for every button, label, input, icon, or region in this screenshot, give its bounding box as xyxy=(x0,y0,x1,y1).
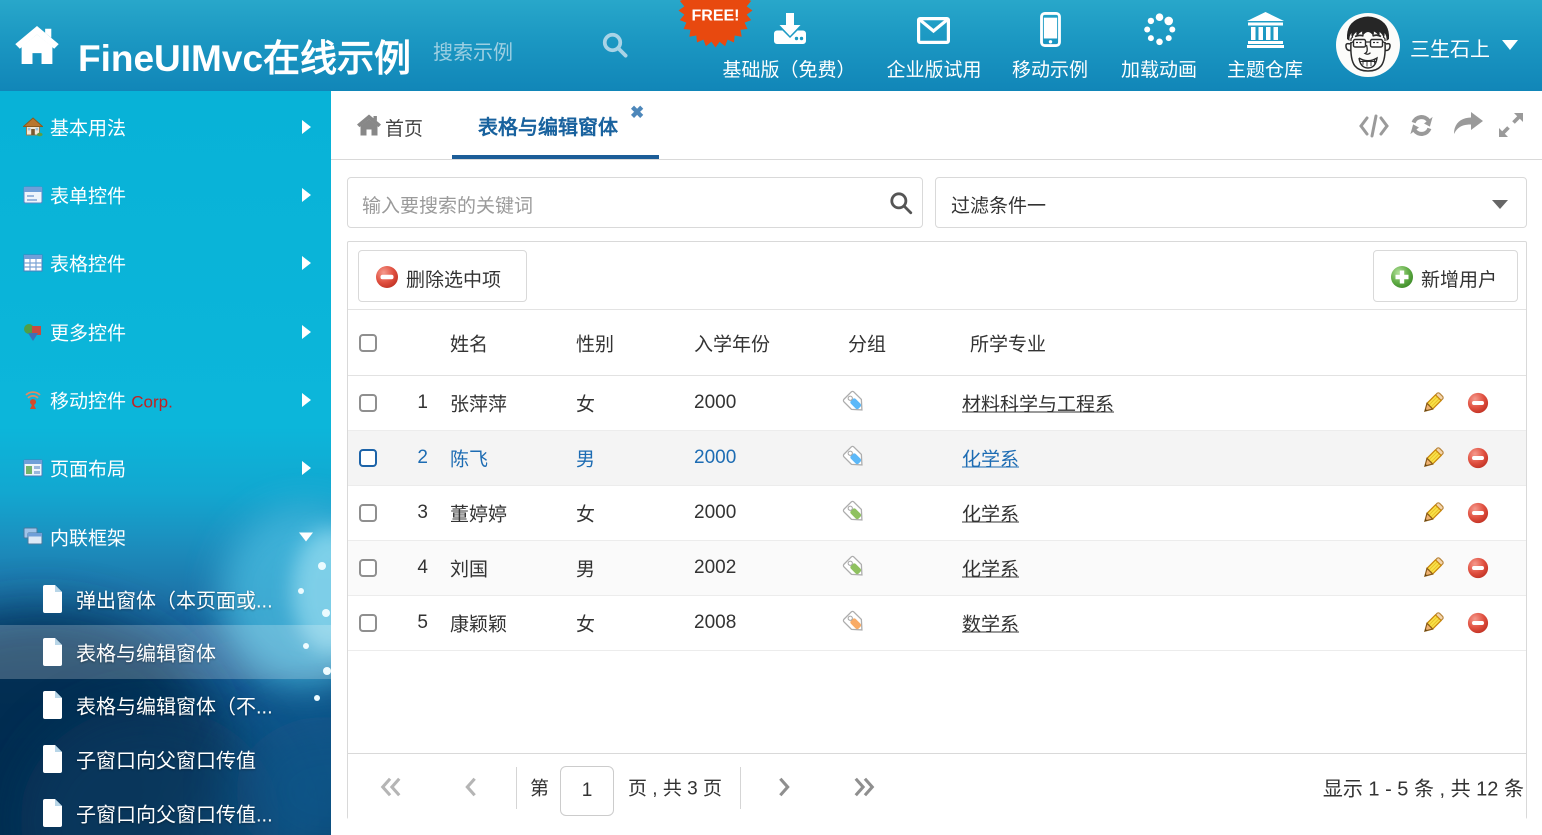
svg-text:FREE!: FREE! xyxy=(692,8,740,25)
